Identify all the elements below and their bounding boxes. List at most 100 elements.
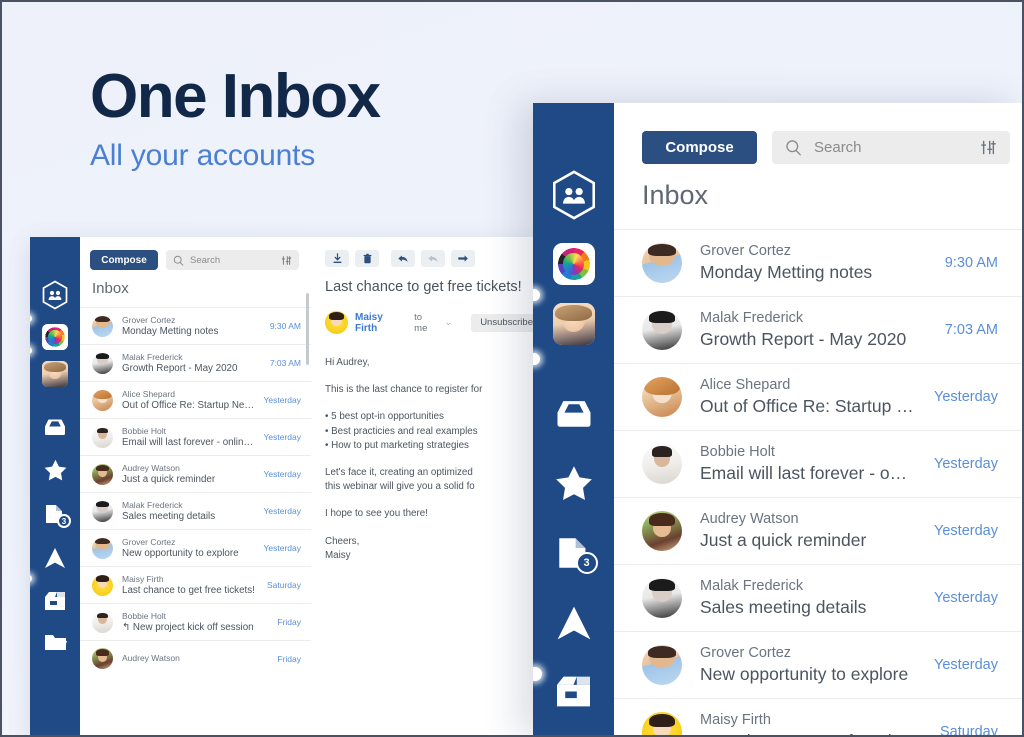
table-row[interactable]: Bobbie Holt Email will last forever - onl…: [614, 430, 1022, 497]
table-row[interactable]: Maisy FirthLast chance to get free ticke…: [614, 698, 1022, 735]
email-body-line: I hope to see you there!: [325, 508, 428, 520]
filter-sliders-icon[interactable]: [281, 255, 292, 266]
table-row[interactable]: Alice Shepard Out of Office Re: Startup N…: [614, 363, 1022, 430]
table-row[interactable]: Grover Cortez New opportunity to explore Y…: [614, 631, 1022, 698]
list-scrollbar[interactable]: [306, 293, 309, 365]
secondary-mail-window: 3 Compose Search Inbox Grover Cortez Mon…: [30, 237, 542, 735]
message-time: Friday: [277, 617, 301, 627]
message-sender: Alice Shepard: [122, 389, 175, 399]
table-row[interactable]: Alice Shepard Out of Office Re: Startup N…: [80, 381, 311, 418]
table-row[interactable]: Bobbie Holt Email will last forever - onl…: [80, 418, 311, 455]
table-row[interactable]: Grover Cortez Monday Metting notes 9:30 AM: [80, 307, 311, 344]
message-subject: Email will last forever - online…: [122, 437, 255, 448]
table-row[interactable]: Audrey Watson Just a quick reminder Yester…: [614, 497, 1022, 564]
hero-text-block: One Inbox All your accounts: [90, 64, 381, 173]
star-icon[interactable]: [44, 459, 67, 481]
app-colorwheel-tile[interactable]: [552, 243, 595, 285]
message-meta: Malak Frederick Sales meeting details: [700, 578, 916, 618]
table-row[interactable]: Bobbie Holt ↰ New project kick off sessio…: [80, 603, 311, 640]
message-sender: Bobbie Holt: [700, 444, 775, 460]
message-list-pane: Compose Search Inbox Grover Cortez Monday…: [614, 103, 1022, 735]
email-body-line: • Best practicies and real examples: [325, 425, 478, 437]
message-time: Yesterday: [263, 506, 302, 516]
drafts-icon[interactable]: 3: [44, 503, 71, 528]
hamburger-menu-icon[interactable]: [45, 249, 65, 262]
sidebar-rail: 3: [30, 237, 80, 735]
message-time: 7:03 AM: [269, 358, 301, 368]
message-meta: Maisy FirthLast chance to get free ticke…: [700, 712, 922, 735]
primary-mail-window: 3 Compose Search Inbox Grover Cortez Mon…: [533, 103, 1022, 735]
download-icon[interactable]: [325, 250, 349, 267]
message-subject: Sales meeting details: [700, 597, 867, 617]
forward-icon[interactable]: [451, 250, 475, 267]
message-meta: Grover Cortez Monday Metting notes: [700, 243, 927, 283]
message-sender: Maisy Firth: [122, 574, 164, 584]
trash-icon[interactable]: [355, 250, 379, 267]
message-meta: Audrey Watson Just a quick reminder: [700, 511, 916, 551]
unsubscribe-button[interactable]: Unsubscribe: [471, 313, 542, 332]
folder-icon[interactable]: [44, 633, 67, 652]
archive-box-icon[interactable]: [555, 675, 592, 708]
profile-photo-tile[interactable]: [552, 303, 595, 345]
email-body-line: Hi Audrey,: [325, 357, 370, 368]
send-icon[interactable]: [556, 605, 592, 641]
search-input[interactable]: Search: [166, 250, 299, 270]
table-row[interactable]: Grover Cortez Monday Metting notes 9:30 AM: [614, 229, 1022, 296]
message-sender: Grover Cortez: [700, 243, 792, 259]
archive-box-icon[interactable]: [44, 591, 66, 611]
table-row[interactable]: Audrey Watson Friday: [80, 640, 311, 676]
avatar: [642, 377, 682, 417]
app-colorwheel-tile[interactable]: [42, 324, 68, 350]
table-row[interactable]: Malak Frederick Growth Report - May 2020 7…: [80, 344, 311, 381]
avatar: [642, 511, 682, 551]
sender-name[interactable]: Maisy Firth: [355, 312, 407, 334]
reply-all-icon[interactable]: [421, 250, 445, 267]
sender-row: Maisy Firth to me ⌄ Unsubscribe: [311, 311, 542, 334]
accounts-hexagon-icon[interactable]: [550, 169, 598, 221]
message-meta: Bobbie Holt ↰ New project kick off sessio…: [122, 611, 268, 633]
message-subject: Just a quick reminder: [700, 530, 867, 550]
avatar: [92, 537, 113, 559]
reply-icon[interactable]: [391, 250, 415, 267]
message-sender: Maisy Firth: [700, 712, 771, 728]
email-body-paragraph: Let's face it, creating an optimized this…: [325, 466, 542, 494]
message-sender: Malak Frederick: [122, 352, 183, 362]
accounts-hexagon-icon[interactable]: [41, 280, 69, 310]
avatar: [642, 712, 682, 735]
email-body-paragraph: I hope to see you there!: [325, 507, 542, 521]
compose-button[interactable]: Compose: [90, 250, 158, 270]
message-sender: Grover Cortez: [122, 537, 176, 547]
message-sender: Bobbie Holt: [122, 611, 166, 621]
search-placeholder: Search: [190, 254, 221, 266]
table-row[interactable]: Malak Frederick Sales meeting details Yest…: [614, 564, 1022, 631]
table-row[interactable]: Maisy FirthLast chance to get free ticke…: [80, 566, 311, 603]
message-meta: Bobbie Holt Email will last forever - onl…: [122, 426, 255, 448]
message-meta: Audrey Watson: [122, 653, 268, 664]
message-subject: Sales meeting details: [122, 511, 216, 522]
table-row[interactable]: Malak Frederick Sales meeting details Yest…: [80, 492, 311, 529]
message-sender: Malak Frederick: [122, 500, 183, 510]
drafts-badge: 3: [57, 514, 71, 528]
send-icon[interactable]: [44, 547, 66, 569]
filter-sliders-icon[interactable]: [980, 139, 997, 156]
message-subject: New opportunity to explore: [700, 664, 909, 684]
compose-button[interactable]: Compose: [642, 131, 757, 164]
message-subject: Last chance to get free tickets!: [122, 585, 255, 596]
message-subject: Out of Office Re: Startup New…: [700, 396, 916, 416]
table-row[interactable]: Grover Cortez New opportunity to explore Y…: [80, 529, 311, 566]
message-sender: Audrey Watson: [700, 511, 799, 527]
message-subject: Email will last forever - online…: [700, 463, 917, 483]
table-row[interactable]: Malak Frederick Growth Report - May 2020 7…: [614, 296, 1022, 363]
table-row[interactable]: Audrey Watson Just a quick reminder Yester…: [80, 455, 311, 492]
star-icon[interactable]: [555, 465, 593, 501]
inbox-tray-icon[interactable]: [554, 397, 594, 430]
inbox-tray-icon[interactable]: [43, 417, 67, 437]
hamburger-menu-icon[interactable]: [557, 121, 591, 143]
message-time: 9:30 AM: [944, 255, 998, 271]
drafts-icon[interactable]: 3: [556, 535, 598, 574]
search-input[interactable]: Search: [772, 131, 1010, 164]
avatar: [642, 310, 682, 350]
expand-details-icon[interactable]: ⌄: [445, 317, 453, 328]
message-meta: Maisy FirthLast chance to get free ticke…: [122, 574, 258, 596]
profile-photo-tile[interactable]: [42, 361, 68, 387]
